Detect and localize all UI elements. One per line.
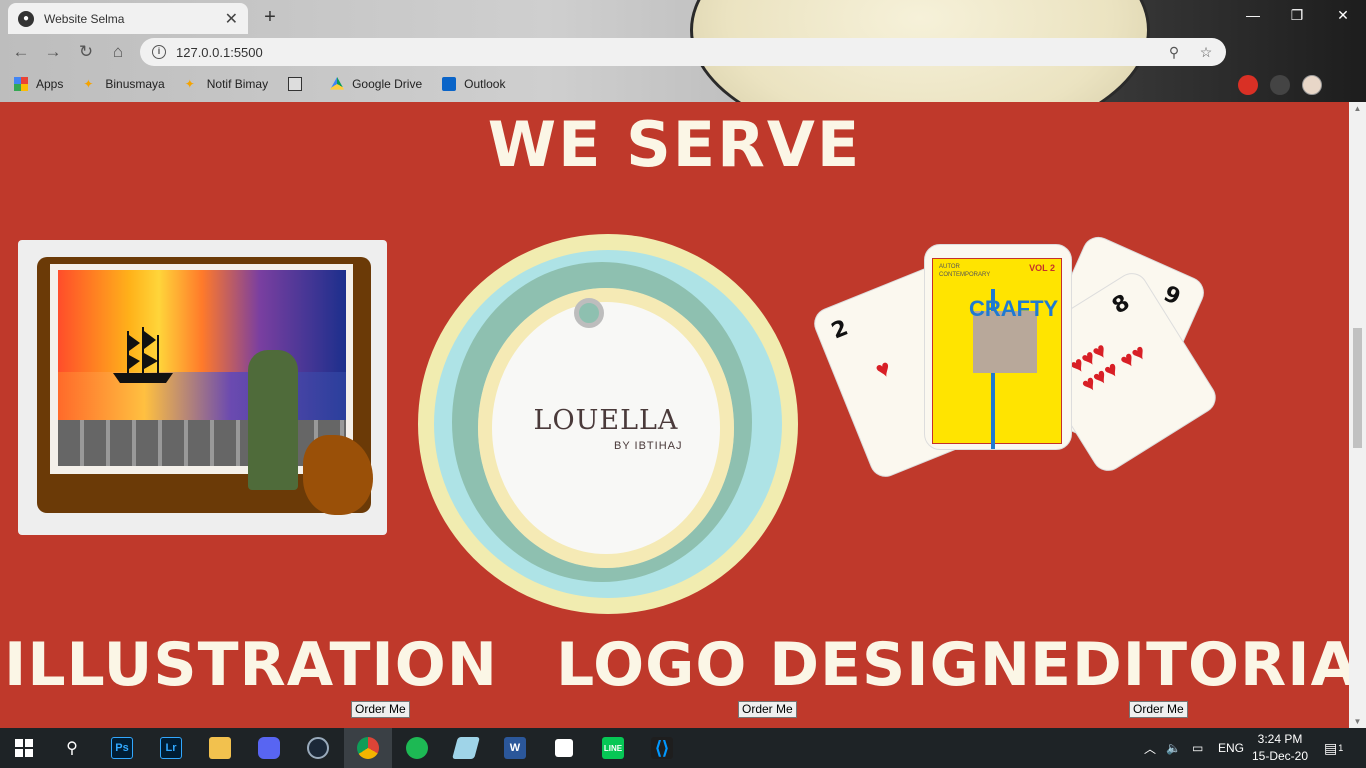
steam-icon[interactable] [294,728,342,768]
system-clock[interactable]: 3:24 PM 15-Dec-20 [1248,731,1312,765]
service-title-logo-design: LOGO DESIGN [556,630,1032,700]
profile-avatar[interactable] [1302,75,1322,95]
spotify-icon[interactable] [393,728,441,768]
scrollbar-thumb[interactable] [1353,328,1362,448]
tab-website-selma[interactable]: ● Website Selma ✕ [8,3,248,34]
illustration-sea [58,372,346,420]
line-icon[interactable]: LINE [589,728,637,768]
restore-button[interactable]: ❐ [1274,4,1320,26]
clock-time: 3:24 PM [1257,732,1303,746]
forward-arrow-icon[interactable]: → [42,41,64,63]
tab-strip: ● Website Selma ✕ + — ❐ ✕ [0,0,1366,34]
heart-icon: ♥ [871,354,896,385]
close-window-button[interactable]: ✕ [1320,4,1366,26]
order-illustration-button[interactable]: Order Me [351,701,410,718]
file-explorer-icon[interactable] [196,728,244,768]
clock-date: 15-Dec-20 [1251,749,1309,763]
logo-brand-text: LOUELLA [533,405,679,436]
extension-hand-icon[interactable] [1238,75,1258,95]
binus-star-icon: ✦ [184,77,195,91]
bookmark-google-drive[interactable]: Google Drive [330,77,422,91]
ship-silhouette [113,327,173,383]
bookmark-apps[interactable]: Apps [14,77,63,91]
address-bar[interactable]: i 127.0.0.1:5500 ⚲ ☆ [140,38,1226,66]
windows-taskbar: ⚲ Ps Lr W LINE ⟨⟩ ︿ 🔈 ▭ ENG 3:24 PM 15-D… [0,728,1366,768]
magazine-volume: VOL 2 [1029,263,1055,273]
outlook-icon [442,77,457,91]
order-editorial-button[interactable]: Order Me [1129,701,1188,718]
browser-chrome: ● Website Selma ✕ + — ❐ ✕ ← → ↻ ⌂ i 127.… [0,0,1366,102]
service-title-editorial: EDITORIAL [1030,630,1349,700]
close-icon[interactable]: ✕ [225,9,238,29]
browser-toolbar: ← → ↻ ⌂ i 127.0.0.1:5500 ⚲ ☆ [0,34,1366,95]
card-number: 2 [828,315,852,345]
back-arrow-icon[interactable]: ← [10,41,32,63]
windows-start-icon[interactable] [0,728,48,768]
bookmark-image[interactable] [288,77,310,91]
bookmark-binusmaya[interactable]: ✦ Binusmaya [83,77,164,91]
reload-icon[interactable]: ↻ [75,41,97,63]
order-logo-design-button[interactable]: Order Me [738,701,797,718]
volume-icon[interactable]: 🔈 [1166,728,1181,768]
page-viewport: WE SERVE LOUELLA BY IBTIHAJ 2 ♥ 9 ♥ [0,102,1349,728]
discord-icon[interactable] [245,728,293,768]
notes-app-icon[interactable] [442,728,490,768]
vscode-icon[interactable]: ⟨⟩ [638,728,686,768]
cloaked-figure [248,350,298,490]
editorial-image: 2 ♥ 9 ♥♥ 8 ♥♥♥ ♥♥♥ ♥♥ AUTOR CONTEMPORARY… [809,231,1222,482]
minimize-button[interactable]: — [1230,4,1276,26]
illustration-image [18,240,387,535]
bookmark-label: Google Drive [352,77,423,91]
logo-sub-text: BY IBTIHAJ [614,440,683,452]
bookmark-outlook[interactable]: Outlook [442,77,505,91]
notification-count: 1 [1338,743,1344,753]
tray-chevron-icon[interactable]: ︿ [1144,728,1156,768]
tag-eyelet [574,298,604,328]
hearts-icon: ♥♥♥ ♥♥♥ ♥♥ [1065,337,1151,398]
apps-grid-icon [14,77,28,91]
image-icon [288,77,303,91]
bookmark-label: Binusmaya [105,77,165,91]
card-number: 8 [1108,290,1135,320]
info-icon[interactable]: i [152,45,166,59]
card-number: 9 [1159,281,1184,311]
google-drive-icon [330,77,345,90]
chrome-icon[interactable] [344,728,392,768]
scroll-down-icon[interactable]: ▼ [1353,717,1362,726]
bookmark-label: Apps [36,77,64,91]
bookmark-label: Notif Bimay [206,77,269,91]
bookmarks-bar: Apps ✦ Binusmaya ✦ Notif Bimay Google Dr… [0,72,511,96]
url-text: 127.0.0.1:5500 [176,44,263,60]
zoom-icon[interactable]: ⚲ [1162,44,1186,61]
notification-center-icon[interactable]: ▤ 1 [1324,728,1343,768]
globe-icon: ● [18,10,34,27]
sticky-notes-icon[interactable] [540,728,588,768]
bookmark-star-icon[interactable]: ☆ [1194,44,1218,61]
magazine-blurb: AUTOR CONTEMPORARY [939,264,991,278]
lightroom-icon[interactable]: Lr [147,728,195,768]
bookmark-notif-bimay[interactable]: ✦ Notif Bimay [185,77,268,91]
binus-star-icon: ✦ [83,77,94,91]
home-icon[interactable]: ⌂ [107,41,129,63]
magazine-word: CRAFTY [969,296,1059,321]
search-icon[interactable]: ⚲ [48,728,96,768]
scroll-up-icon[interactable]: ▲ [1353,104,1362,113]
bookmark-label: Outlook [464,77,506,91]
page-scrollbar[interactable]: ▲ ▼ [1349,102,1366,728]
photoshop-icon[interactable]: Ps [98,728,146,768]
language-indicator[interactable]: ENG [1218,728,1244,768]
extensions-puzzle-icon[interactable] [1270,75,1290,95]
section-heading: WE SERVE [487,108,862,181]
tab-title: Website Selma [44,11,125,26]
service-title-illustration: ILLUSTRATION [4,630,498,700]
word-icon[interactable]: W [491,728,539,768]
magazine-cover: AUTOR CONTEMPORARY VOL 2 CRAFTY [932,258,1062,449]
new-tab-button[interactable]: + [258,6,282,28]
network-icon[interactable]: ▭ [1192,728,1203,768]
logo-design-image: LOUELLA BY IBTIHAJ [424,240,792,608]
